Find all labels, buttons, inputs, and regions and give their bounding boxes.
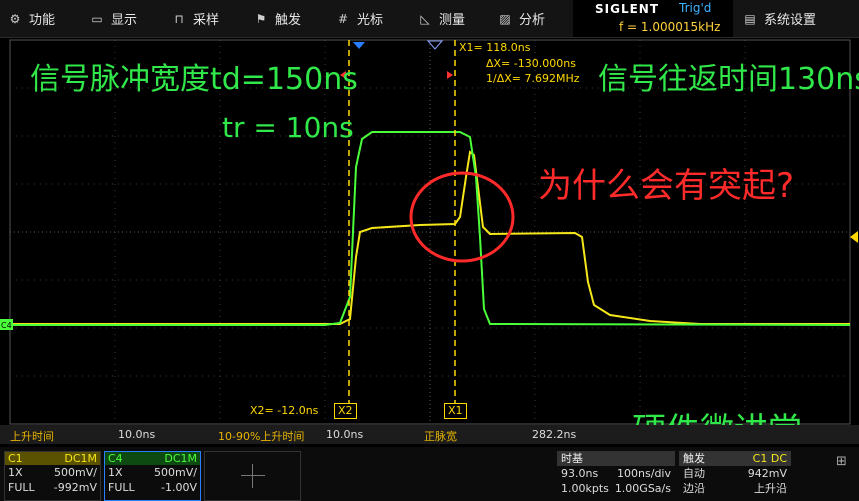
timebase-delay: 93.0ns bbox=[561, 467, 599, 480]
trigger-icon: ⚑ bbox=[255, 11, 267, 26]
trigger-slope: 上升沿 bbox=[754, 482, 787, 495]
trigger-mode: 自动 bbox=[683, 467, 705, 480]
cursor-icon: # bbox=[337, 11, 349, 26]
channel-mode: FULL bbox=[108, 481, 135, 494]
channel-probe: 1X bbox=[108, 466, 123, 479]
add-channel-slot[interactable] bbox=[204, 451, 301, 501]
frequency-readout: f = 1.000015kHz bbox=[619, 20, 721, 34]
annotation-pulse-width: 信号脉冲宽度td=150ns bbox=[30, 62, 358, 97]
menu-label: 触发 bbox=[275, 13, 302, 28]
menu-label: 测量 bbox=[439, 13, 466, 28]
annotation-watermark: 硬件微讲堂 bbox=[632, 411, 802, 425]
channel-4-marker-label: C4 bbox=[1, 321, 12, 330]
timebase-title: 时基 bbox=[561, 452, 583, 465]
menu-label: 光标 bbox=[357, 13, 384, 28]
highlight-circle bbox=[409, 171, 515, 263]
menu-bar: ⚙ 功能 ▭ 显示 ⊓ 采样 ⚑ 触发 # 光标 ◺ 测量 ▨ 分析 SIGLENT Trig… bbox=[0, 0, 859, 38]
channel-offset: -992mV bbox=[53, 481, 97, 494]
brand-area: SIGLENT Trig'd f = 1.000015kHz bbox=[573, 0, 733, 37]
measure-value: 10.0ns bbox=[326, 428, 364, 441]
channel-probe: 1X bbox=[8, 466, 23, 479]
cursor-delta-readout: ΔX= -130.000ns bbox=[486, 57, 576, 70]
trigger-panel[interactable]: 触发 C1 DC 自动 942mV 边沿 上升沿 bbox=[679, 451, 791, 496]
timebase-scale: 100ns/div bbox=[617, 467, 671, 480]
channel-mode: FULL bbox=[8, 481, 35, 494]
trigger-type: 边沿 bbox=[683, 482, 705, 495]
waveform-display[interactable]: 信号脉冲宽度td=150ns tr = 10ns 信号往返时间130ns 为什么… bbox=[0, 37, 859, 425]
measure-value: 282.2ns bbox=[532, 428, 577, 441]
channel-scale: 500mV/ bbox=[154, 466, 197, 479]
menu-acquire[interactable]: ⊓ 采样 bbox=[172, 0, 219, 37]
trigger-title: 触发 bbox=[683, 452, 705, 465]
graticule-center bbox=[10, 40, 850, 424]
measurement-bar: 上升时间 10.0ns 10-90%上升时间 10.0ns 正脉宽 282.2n… bbox=[0, 425, 859, 444]
menu-label: 功能 bbox=[29, 13, 56, 28]
menu-function[interactable]: ⚙ 功能 bbox=[8, 0, 55, 37]
measure-value: 10.0ns bbox=[118, 428, 156, 441]
analysis-icon: ▨ bbox=[499, 11, 511, 26]
trigger-source: C1 DC bbox=[752, 452, 787, 465]
menu-display[interactable]: ▭ 显示 bbox=[90, 0, 137, 37]
trigger-position-marker bbox=[353, 42, 365, 49]
channel-offset: -1.00V bbox=[161, 481, 197, 494]
channel-coupling: DC1M bbox=[64, 452, 97, 465]
menu-measure[interactable]: ◺ 测量 bbox=[418, 0, 465, 37]
channel-scale: 500mV/ bbox=[54, 466, 97, 479]
menu-cursor[interactable]: # 光标 bbox=[336, 0, 383, 37]
menu-analysis[interactable]: ▨ 分析 bbox=[498, 0, 545, 37]
cursor-x2-readout: X2= -12.0ns bbox=[250, 404, 319, 417]
measure-label: 正脉宽 bbox=[424, 430, 457, 443]
cursor-x2-handle[interactable]: X2 bbox=[334, 403, 357, 419]
measure-label: 上升时间 bbox=[10, 430, 54, 443]
timebase-rate: 1.00GSa/s bbox=[614, 482, 671, 495]
brand-logo: SIGLENT bbox=[595, 2, 660, 16]
cursor-x1-readout: X1= 118.0ns bbox=[459, 41, 531, 54]
menu-label: 分析 bbox=[519, 13, 546, 28]
trigger-level: 942mV bbox=[747, 467, 787, 480]
menu-system-settings[interactable]: ▤ 系统设置 bbox=[743, 0, 816, 37]
annotation-round-trip: 信号往返时间130ns bbox=[598, 62, 859, 97]
cursor-inverse-delta-readout: 1/ΔX= 7.692MHz bbox=[486, 72, 580, 85]
gear-icon: ⚙ bbox=[9, 11, 21, 26]
channel-4-box[interactable]: C4 DC1M 1X 500mV/ FULL -1.00V bbox=[104, 451, 201, 501]
display-icon: ▭ bbox=[91, 11, 103, 26]
trigger-level-marker bbox=[850, 231, 858, 243]
timebase-panel[interactable]: 时基 93.0ns 100ns/div 1.00kpts 1.00GSa/s bbox=[557, 451, 675, 496]
channel-1-box[interactable]: C1 DC1M 1X 500mV/ FULL -992mV bbox=[4, 451, 101, 501]
menu-trigger[interactable]: ⚑ 触发 bbox=[254, 0, 301, 37]
settings-list-icon: ▤ bbox=[744, 11, 756, 26]
annotation-question: 为什么会有突起? bbox=[538, 166, 794, 206]
menu-label: 显示 bbox=[111, 13, 138, 28]
cursor-arrow-right-icon bbox=[447, 71, 453, 79]
channel-id: C1 bbox=[8, 452, 23, 465]
network-icon[interactable]: ⊞ bbox=[836, 454, 847, 469]
timebase-points: 1.00kpts bbox=[561, 482, 609, 495]
channel-id: C4 bbox=[108, 452, 123, 465]
menu-label: 采样 bbox=[193, 13, 220, 28]
annotation-rise-time: tr = 10ns bbox=[222, 111, 354, 144]
menu-label: 系统设置 bbox=[764, 13, 817, 28]
cursor-x1-handle[interactable]: X1 bbox=[444, 403, 467, 419]
channel-coupling: DC1M bbox=[164, 452, 197, 465]
measure-icon: ◺ bbox=[420, 11, 430, 26]
measure-label: 10-90%上升时间 bbox=[218, 430, 305, 443]
trigger-status: Trig'd bbox=[679, 1, 712, 15]
acquire-icon: ⊓ bbox=[174, 11, 184, 26]
